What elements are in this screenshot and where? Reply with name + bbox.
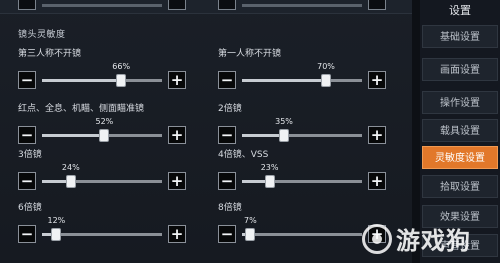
plus-icon: +	[170, 125, 184, 144]
sensitivity-slider[interactable]	[42, 129, 162, 142]
increase-button[interactable]: +	[368, 126, 386, 144]
minus-icon: −	[20, 224, 34, 243]
partial-minus-button[interactable]	[218, 0, 236, 10]
decrease-button[interactable]: −	[218, 71, 236, 89]
sensitivity-value: 12%	[47, 216, 66, 225]
sidebar-item[interactable]: 操作设置	[422, 91, 498, 114]
site-watermark: 游戏狗	[362, 214, 500, 263]
watermark-logo-icon	[362, 223, 392, 254]
sensitivity-label: 6倍镜	[18, 203, 42, 213]
decrease-button[interactable]: −	[18, 71, 36, 89]
sensitivity-value: 23%	[260, 163, 279, 172]
sensitivity-slider[interactable]	[42, 175, 162, 188]
slider-fill	[42, 79, 122, 82]
sensitivity-control: 第三人称不开镜 66% − +	[18, 46, 188, 89]
sensitivity-control: 4倍镜、VSS 23% − +	[218, 147, 388, 190]
slider-handle[interactable]	[279, 129, 289, 142]
sidebar-item[interactable]: 拾取设置	[422, 175, 498, 198]
sensitivity-value: 7%	[244, 216, 257, 225]
increase-button[interactable]: +	[168, 126, 186, 144]
sensitivity-slider[interactable]	[242, 175, 362, 188]
sidebar-item[interactable]: 灵敏度设置	[422, 146, 498, 169]
sensitivity-value: 70%	[317, 62, 335, 71]
plus-icon: +	[370, 125, 384, 144]
sensitivity-value: 66%	[112, 62, 131, 71]
decrease-button[interactable]: −	[218, 126, 236, 144]
decrease-button[interactable]: −	[18, 225, 36, 243]
decrease-button[interactable]: −	[218, 172, 236, 190]
sensitivity-label: 2倍镜	[218, 104, 242, 114]
sensitivity-slider[interactable]	[242, 74, 362, 87]
sensitivity-control: 2倍镜 35% − +	[218, 101, 388, 144]
partial-slider-track	[42, 4, 162, 7]
sidebar-item[interactable]: 载具设置	[422, 119, 498, 142]
minus-icon: −	[220, 224, 234, 243]
sensitivity-label: 第三人称不开镜	[18, 49, 82, 59]
minus-icon: −	[20, 171, 34, 190]
sensitivity-settings-panel: 镜头灵敏度 第三人称不开镜 66% − + 第一人称不开镜 70% − + 红点、全息、机瞄、侧…	[0, 0, 420, 263]
decrease-button[interactable]: −	[18, 126, 36, 144]
slider-handle[interactable]	[264, 175, 275, 188]
slider-fill	[42, 134, 105, 137]
sensitivity-label: 第一人称不开镜	[218, 49, 282, 59]
sensitivity-slider[interactable]	[42, 74, 162, 87]
slider-fill	[242, 79, 326, 82]
sensitivity-control: 6倍镜 12% − +	[18, 200, 188, 243]
slider-handle[interactable]	[65, 175, 76, 188]
sensitivity-slider[interactable]	[242, 228, 362, 241]
minus-icon: −	[220, 171, 234, 190]
sensitivity-control: 第一人称不开镜 70% − +	[218, 46, 388, 89]
sensitivity-control: 红点、全息、机瞄、侧面瞄准镜 52% − +	[18, 101, 188, 144]
plus-icon: +	[170, 70, 184, 89]
scrolled-row-remnant	[0, 0, 420, 14]
minus-icon: −	[20, 70, 34, 89]
sensitivity-control: 3倍镜 24% − +	[18, 147, 188, 190]
plus-icon: +	[170, 224, 184, 243]
increase-button[interactable]: +	[168, 71, 186, 89]
sidebar-item[interactable]: 基础设置	[422, 25, 498, 48]
section-title: 镜头灵敏度	[18, 30, 66, 40]
sensitivity-value: 24%	[61, 163, 80, 172]
minus-icon: −	[220, 125, 234, 144]
partial-plus-button[interactable]	[368, 0, 386, 10]
slider-handle[interactable]	[321, 74, 331, 87]
plus-icon: +	[370, 70, 384, 89]
minus-icon: −	[220, 70, 234, 89]
sensitivity-label: 3倍镜	[18, 150, 42, 160]
sensitivity-slider[interactable]	[42, 228, 162, 241]
watermark-text: 游戏狗	[396, 227, 471, 255]
slider-handle[interactable]	[99, 129, 110, 142]
slider-handle[interactable]	[51, 228, 62, 241]
sidebar-title: 设置	[449, 4, 471, 17]
slider-fill	[242, 134, 284, 137]
increase-button[interactable]: +	[168, 225, 186, 243]
increase-button[interactable]: +	[368, 172, 386, 190]
partial-plus-button[interactable]	[168, 0, 186, 10]
sensitivity-value: 52%	[95, 117, 114, 126]
increase-button[interactable]: +	[168, 172, 186, 190]
sidebar-item[interactable]: 画面设置	[422, 58, 498, 81]
partial-slider-track	[242, 4, 362, 7]
plus-icon: +	[170, 171, 184, 190]
minus-icon: −	[20, 125, 34, 144]
decrease-button[interactable]: −	[218, 225, 236, 243]
sensitivity-label: 4倍镜、VSS	[218, 150, 269, 160]
plus-icon: +	[370, 171, 384, 190]
sensitivity-label: 红点、全息、机瞄、侧面瞄准镜	[18, 104, 145, 114]
slider-handle[interactable]	[116, 74, 127, 87]
sensitivity-value: 35%	[275, 117, 293, 126]
slider-handle[interactable]	[245, 228, 256, 241]
decrease-button[interactable]: −	[18, 172, 36, 190]
partial-minus-button[interactable]	[18, 0, 36, 10]
sensitivity-label: 8倍镜	[218, 203, 242, 213]
increase-button[interactable]: +	[368, 71, 386, 89]
sensitivity-slider[interactable]	[242, 129, 362, 142]
